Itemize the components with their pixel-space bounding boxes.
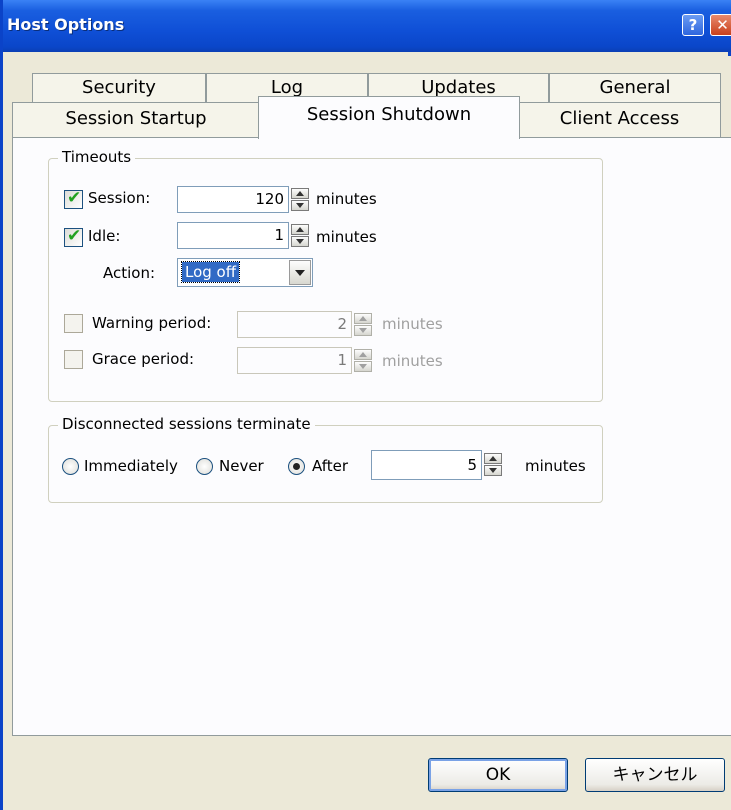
spin-up-icon[interactable] bbox=[291, 224, 309, 235]
session-spinner[interactable] bbox=[291, 188, 309, 211]
tab-general[interactable]: General bbox=[549, 73, 721, 102]
close-icon[interactable]: ✕ bbox=[710, 14, 731, 36]
warning-period-label: Warning period: bbox=[92, 314, 212, 332]
immediately-label: Immediately bbox=[84, 457, 178, 475]
check-icon: ✔ bbox=[67, 226, 82, 246]
action-label: Action: bbox=[103, 264, 156, 282]
tab-session-startup[interactable]: Session Startup bbox=[12, 102, 260, 137]
grace-period-checkbox[interactable] bbox=[64, 350, 83, 369]
tab-client-access[interactable]: Client Access bbox=[518, 102, 721, 137]
spin-up-icon[interactable] bbox=[354, 313, 372, 324]
spin-down-icon[interactable] bbox=[354, 361, 372, 372]
spin-up-icon[interactable] bbox=[354, 349, 372, 360]
after-unit-label: minutes bbox=[525, 457, 586, 475]
idle-label: Idle: bbox=[88, 227, 121, 245]
never-radio[interactable] bbox=[196, 458, 213, 475]
tab-security[interactable]: Security bbox=[32, 73, 206, 102]
radio-dot-icon bbox=[293, 463, 300, 470]
spin-down-icon[interactable] bbox=[484, 465, 502, 476]
grace-period-unit-label: minutes bbox=[382, 352, 443, 370]
action-selected-value: Log off bbox=[180, 261, 241, 283]
grace-period-label: Grace period: bbox=[92, 350, 195, 368]
check-icon: ✔ bbox=[67, 188, 82, 208]
spin-down-icon[interactable] bbox=[354, 325, 372, 336]
spin-up-icon[interactable] bbox=[291, 188, 309, 199]
after-radio[interactable] bbox=[288, 458, 305, 475]
idle-unit-label: minutes bbox=[316, 228, 377, 246]
after-minutes-input[interactable]: 5 bbox=[371, 450, 482, 480]
spin-down-icon[interactable] bbox=[291, 200, 309, 211]
idle-checkbox[interactable]: ✔ bbox=[64, 226, 83, 247]
never-label: Never bbox=[219, 457, 264, 475]
session-minutes-input[interactable]: 120 bbox=[177, 186, 289, 213]
session-unit-label: minutes bbox=[316, 190, 377, 208]
immediately-radio[interactable] bbox=[62, 458, 79, 475]
warning-period-input[interactable]: 2 bbox=[237, 311, 352, 338]
spin-down-icon[interactable] bbox=[291, 236, 309, 247]
grace-period-spinner[interactable] bbox=[354, 349, 372, 372]
after-label: After bbox=[312, 457, 349, 475]
session-checkbox[interactable]: ✔ bbox=[64, 188, 83, 209]
idle-minutes-input[interactable]: 1 bbox=[177, 222, 289, 249]
after-spinner[interactable] bbox=[484, 453, 502, 476]
window-title: Host Options bbox=[7, 15, 125, 34]
ok-button[interactable]: OK bbox=[428, 758, 568, 792]
session-label: Session: bbox=[88, 189, 151, 207]
timeouts-group-title: Timeouts bbox=[58, 148, 136, 166]
warning-period-spinner[interactable] bbox=[354, 313, 372, 336]
spin-up-icon[interactable] bbox=[484, 453, 502, 464]
warning-period-unit-label: minutes bbox=[382, 315, 443, 333]
cancel-button[interactable]: キャンセル bbox=[585, 758, 725, 792]
grace-period-input[interactable]: 1 bbox=[237, 347, 352, 374]
disconnected-group-title: Disconnected sessions terminate bbox=[58, 415, 315, 433]
help-icon[interactable]: ? bbox=[682, 14, 704, 36]
warning-period-checkbox[interactable] bbox=[64, 314, 83, 333]
idle-spinner[interactable] bbox=[291, 224, 309, 247]
tab-session-shutdown[interactable]: Session Shutdown bbox=[258, 96, 520, 139]
chevron-down-icon[interactable] bbox=[289, 260, 311, 285]
title-bar[interactable]: Host Options ? ✕ bbox=[3, 0, 731, 52]
action-dropdown[interactable]: Log off bbox=[177, 258, 313, 287]
